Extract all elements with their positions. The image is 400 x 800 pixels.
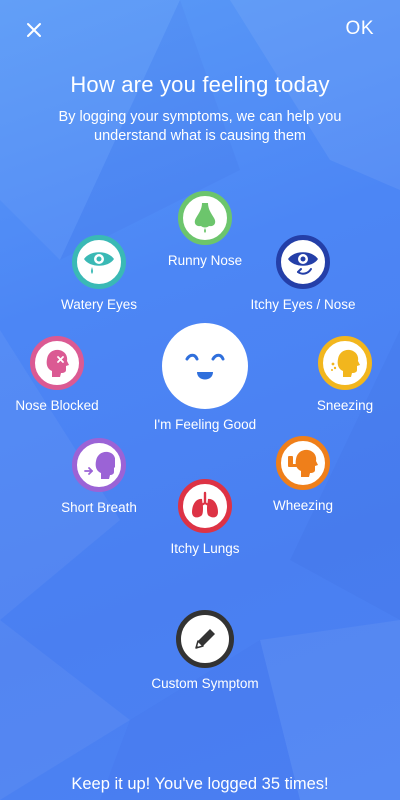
custom-symptom-label: Custom Symptom [151,676,259,691]
wheezing-label: Wheezing [272,498,334,513]
symptom-itchy-lungs[interactable]: Itchy Lungs [140,479,270,556]
lungs-icon [192,491,218,518]
close-button[interactable] [20,16,48,44]
sneezing-circle [318,336,372,390]
page-subtitle: By logging your symptoms, we can help yo… [58,109,342,144]
short-breath-label: Short Breath [61,500,137,515]
symptom-sneezing[interactable]: Sneezing [280,336,400,413]
symptom-watery-eyes[interactable]: Watery Eyes [34,235,164,312]
ok-button[interactable]: OK [346,18,374,40]
smiley-face-icon [185,353,225,380]
itchy-eyes-label: Itchy Eyes / Nose [250,297,356,312]
feeling-good-circle [162,323,248,409]
nose-blocked-label: Nose Blocked [15,398,99,413]
watery-eyes-label: Watery Eyes [60,297,138,312]
close-icon [27,23,41,37]
feeling-good-label: I'm Feeling Good [153,417,257,432]
inhaler-head-icon [288,449,318,477]
sneezing-label: Sneezing [316,398,374,413]
sneeze-head-icon [331,349,360,377]
itchy-lungs-label: Itchy Lungs [170,541,240,556]
pencil-icon [195,629,215,649]
itchy-eyes-circle [276,235,330,289]
watery-eyes-circle [72,235,126,289]
short-breath-circle [72,438,126,492]
page-title: How are you feeling today [70,72,330,97]
top-bar: OK [0,0,400,60]
log-count-message: Keep it up! You've logged 35 times! [71,775,329,793]
runny-nose-circle [178,191,232,245]
nose-blocked-circle [30,336,84,390]
symptom-custom[interactable]: Custom Symptom [140,610,270,691]
wheezing-circle [276,436,330,490]
eye-tear-icon [84,252,114,274]
itchy-lungs-circle [178,479,232,533]
breath-head-icon [84,451,115,479]
head-blocked-icon [46,349,69,377]
eye-scratch-icon [288,252,318,275]
symptom-itchy-eyes-nose[interactable]: Itchy Eyes / Nose [238,235,368,312]
nose-drip-icon [194,203,216,233]
symptom-nose-blocked[interactable]: Nose Blocked [0,336,122,413]
custom-symptom-circle [176,610,234,668]
symptom-feeling-good[interactable]: I'm Feeling Good [140,323,270,432]
runny-nose-label: Runny Nose [167,253,243,268]
